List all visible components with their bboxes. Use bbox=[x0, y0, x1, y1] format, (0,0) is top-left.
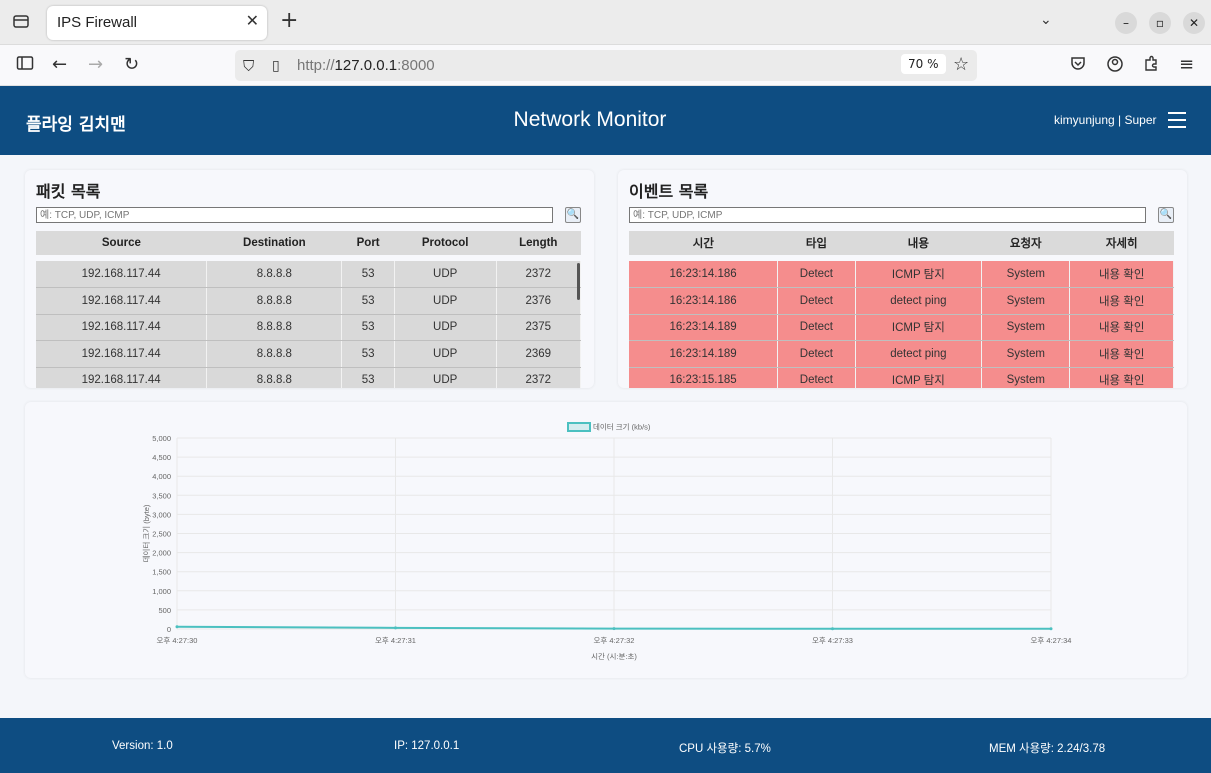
ip-text: IP: 127.0.0.1 bbox=[394, 740, 460, 752]
y-tick-label: 4,000 bbox=[152, 472, 171, 481]
bookmark-star-icon[interactable]: ☆ bbox=[953, 55, 969, 75]
new-tab-icon[interactable]: + bbox=[280, 9, 298, 33]
y-tick-label: 1,500 bbox=[152, 568, 171, 577]
cpu-usage-text: CPU 사용량: 5.7% bbox=[679, 743, 771, 755]
page-icon: ▯ bbox=[272, 58, 280, 74]
x-tick-label: 오후 4:27:34 bbox=[1031, 636, 1072, 645]
y-tick-label: 3,000 bbox=[152, 510, 171, 519]
zoom-level[interactable]: 70 % bbox=[901, 54, 946, 74]
version-text: Version: 1.0 bbox=[112, 740, 173, 752]
detail-link[interactable]: 내용 확인 bbox=[1069, 287, 1174, 315]
maximize-icon[interactable]: ▫ bbox=[1149, 12, 1171, 34]
user-info: kimyunjung | Super bbox=[1054, 113, 1157, 127]
event-table: 시간 타입 내용 요청자 자세히 16:23:14.186 Detect ICMP … bbox=[629, 231, 1174, 388]
x-tick-label: 오후 4:27:30 bbox=[157, 636, 198, 645]
sidebar-icon[interactable] bbox=[16, 55, 34, 76]
y-tick-label: 0 bbox=[167, 625, 171, 634]
column-header[interactable]: 내용 bbox=[855, 231, 982, 255]
event-panel: 이벤트 목록 🔍 시간 타입 내용 요청자 자세히 16:23:14.186De… bbox=[618, 170, 1187, 388]
chevron-down-icon[interactable]: ⌄ bbox=[1040, 12, 1052, 28]
account-icon[interactable] bbox=[1106, 55, 1124, 78]
event-search-button[interactable]: 🔍 bbox=[1158, 207, 1174, 223]
table-row[interactable]: 16:23:15.185 Detect ICMP 탐지 System 내용 확인 bbox=[629, 367, 1174, 388]
detail-link[interactable]: 내용 확인 bbox=[1069, 314, 1174, 341]
browser-tab[interactable]: IPS Firewall ✕ bbox=[47, 6, 267, 40]
window-close-icon[interactable]: ✕ bbox=[1183, 12, 1205, 34]
packet-panel-title: 패킷 목록 bbox=[36, 182, 101, 201]
url-text: http://127.0.0.1:8000 bbox=[297, 57, 435, 74]
table-row[interactable]: 16:23:14.186 Detect ICMP 탐지 System 내용 확인 bbox=[629, 261, 1174, 288]
tab-list-icon[interactable] bbox=[12, 12, 30, 34]
detail-link[interactable]: 내용 확인 bbox=[1069, 261, 1174, 288]
status-footer: Version: 1.0 IP: 127.0.0.1 CPU 사용량: 5.7%… bbox=[0, 718, 1211, 773]
data-point bbox=[175, 625, 179, 629]
column-header[interactable]: 요청자 bbox=[981, 231, 1070, 255]
y-tick-label: 3,500 bbox=[152, 491, 171, 500]
packet-panel: 패킷 목록 🔍 Source Destination Port Protocol… bbox=[25, 170, 594, 388]
data-point bbox=[831, 627, 834, 631]
event-search-input[interactable] bbox=[629, 207, 1146, 223]
extensions-icon[interactable] bbox=[1143, 55, 1159, 76]
detail-link[interactable]: 내용 확인 bbox=[1069, 340, 1174, 368]
column-header[interactable]: Protocol bbox=[394, 231, 497, 255]
table-row[interactable]: 16:23:14.186 Detect detect ping System 내용 확인 bbox=[629, 287, 1174, 315]
minimize-icon[interactable]: – bbox=[1115, 12, 1137, 34]
chart-panel: 0 500 1,000 1,500 2,000 2,500 3,000 3,500 4,000 4… bbox=[25, 402, 1187, 678]
table-row[interactable]: 16:23:14.189 Detect detect ping System 내용 확인 bbox=[629, 340, 1174, 368]
column-header[interactable]: 자세히 bbox=[1069, 231, 1174, 255]
table-row[interactable]: 16:23:14.189 Detect ICMP 탐지 System 내용 확인 bbox=[629, 314, 1174, 341]
back-icon[interactable]: ← bbox=[52, 55, 67, 75]
y-tick-label: 4,500 bbox=[152, 453, 171, 462]
packet-table: Source Destination Port Protocol Length … bbox=[36, 231, 582, 388]
y-tick-label: 5,000 bbox=[152, 434, 171, 443]
y-tick-label: 1,000 bbox=[152, 587, 171, 596]
y-tick-label: 2,500 bbox=[152, 530, 171, 539]
detail-link[interactable]: 내용 확인 bbox=[1069, 367, 1174, 388]
browser-tabbar: IPS Firewall ✕ + ⌄ – ▫ ✕ bbox=[0, 0, 1211, 45]
pocket-icon[interactable] bbox=[1070, 55, 1086, 76]
hamburger-menu-icon[interactable] bbox=[1168, 112, 1186, 133]
table-row[interactable]: 192.168.117.44 8.8.8.8 53 UDP 2376 bbox=[36, 287, 582, 315]
page-title: Network Monitor bbox=[513, 108, 667, 131]
column-header[interactable]: Port bbox=[341, 231, 395, 255]
menu-icon[interactable]: ≡ bbox=[1179, 55, 1194, 75]
y-tick-label: 500 bbox=[158, 606, 171, 615]
column-header[interactable]: 시간 bbox=[629, 231, 778, 255]
table-row[interactable]: 192.168.117.44 8.8.8.8 53 UDP 2372 bbox=[36, 367, 582, 388]
url-bar[interactable]: ⛉ ▯ http://127.0.0.1:8000 70 % ☆ bbox=[235, 50, 977, 81]
tab-title: IPS Firewall bbox=[57, 14, 138, 31]
browser-navbar: ← → ↻ ⛉ ▯ http://127.0.0.1:8000 70 % ☆ ≡ bbox=[0, 45, 1211, 86]
app-header: 플라잉 김치맨 Network Monitor kimyunjung | Sup… bbox=[0, 86, 1211, 155]
x-axis-label: 시간 (시:분:초) bbox=[591, 651, 637, 661]
tab-close-icon[interactable]: ✕ bbox=[246, 11, 259, 30]
column-header[interactable]: Source bbox=[36, 231, 207, 255]
y-tick-label: 2,000 bbox=[152, 549, 171, 558]
x-tick-label: 오후 4:27:33 bbox=[812, 636, 853, 645]
event-panel-title: 이벤트 목록 bbox=[629, 182, 709, 201]
packet-search-button[interactable]: 🔍 bbox=[565, 207, 581, 223]
x-tick-label: 오후 4:27:31 bbox=[375, 636, 416, 645]
traffic-line-chart: 0 500 1,000 1,500 2,000 2,500 3,000 3,500 4,000 4… bbox=[141, 422, 1072, 662]
reload-icon[interactable]: ↻ bbox=[124, 55, 139, 75]
column-header[interactable]: Length bbox=[496, 231, 581, 255]
data-point bbox=[612, 627, 616, 631]
mem-usage-text: MEM 사용량: 2.24/3.78 bbox=[989, 743, 1106, 755]
column-header[interactable]: Destination bbox=[206, 231, 342, 255]
legend-swatch bbox=[567, 422, 591, 432]
forward-icon[interactable]: → bbox=[88, 55, 103, 75]
x-tick-label: 오후 4:27:32 bbox=[594, 636, 635, 645]
table-row[interactable]: 192.168.117.44 8.8.8.8 53 UDP 2369 bbox=[36, 340, 582, 368]
legend-label: 데이터 크기 (kb/s) bbox=[593, 422, 651, 432]
packet-search-input[interactable] bbox=[36, 207, 553, 223]
column-header[interactable]: 타입 bbox=[777, 231, 856, 255]
shield-icon[interactable]: ⛉ bbox=[243, 56, 254, 76]
data-point bbox=[394, 626, 397, 630]
packet-table-scrollbar[interactable] bbox=[577, 263, 580, 300]
y-axis-label: 데이터 크기 (byte) bbox=[141, 504, 151, 562]
table-row[interactable]: 192.168.117.44 8.8.8.8 53 UDP 2372 bbox=[36, 261, 582, 288]
data-point bbox=[1049, 627, 1053, 631]
table-row[interactable]: 192.168.117.44 8.8.8.8 53 UDP 2375 bbox=[36, 314, 582, 341]
